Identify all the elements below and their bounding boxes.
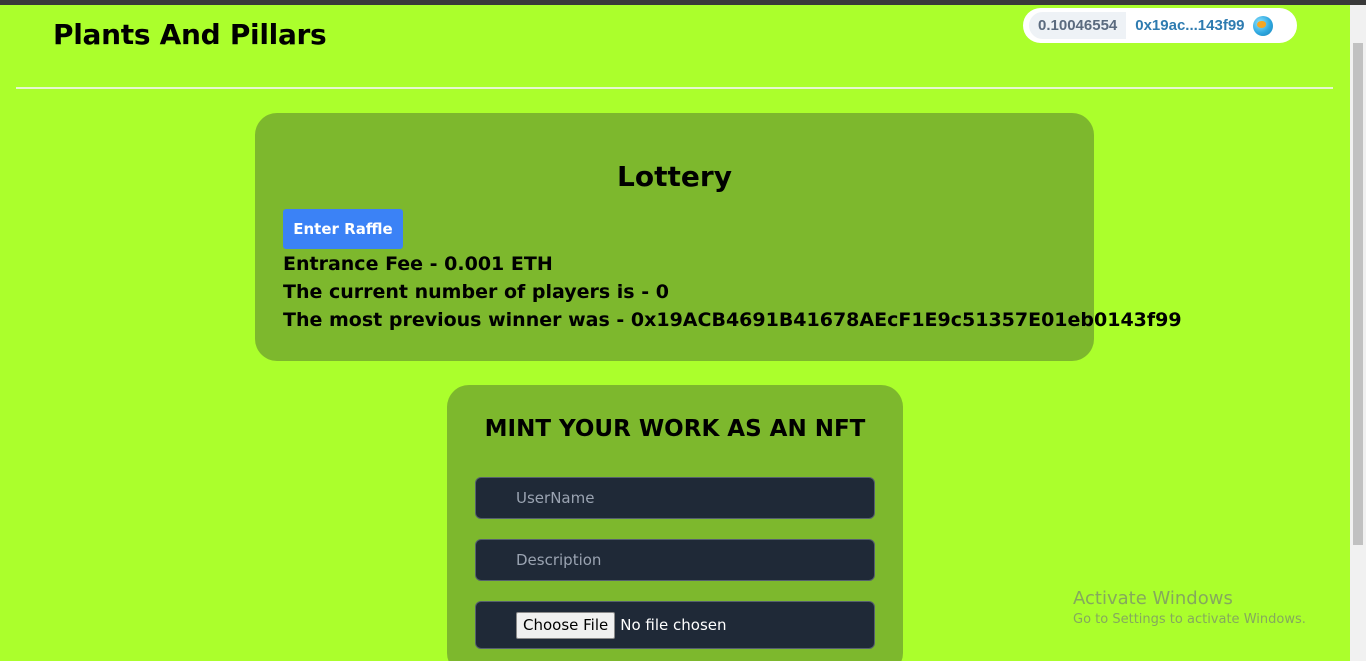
watermark-title: Activate Windows	[1073, 588, 1233, 609]
activate-windows-watermark: Activate Windows Go to Settings to activ…	[1073, 588, 1306, 627]
username-input[interactable]	[475, 477, 875, 519]
app-title: Plants And Pillars	[53, 18, 327, 51]
file-status-text: No file chosen	[620, 616, 727, 634]
vertical-scrollbar[interactable]	[1350, 5, 1366, 661]
file-upload-field: Choose File No file chosen	[475, 601, 875, 649]
players-count-text: The current number of players is - 0	[283, 281, 669, 303]
scrollbar-thumb[interactable]	[1353, 43, 1363, 545]
entrance-fee-text: Entrance Fee - 0.001 ETH	[283, 253, 553, 275]
lottery-title: Lottery	[617, 160, 732, 193]
wallet-address: 0x19ac...143f99	[1135, 17, 1245, 34]
mint-nft-card: MINT YOUR WORK AS AN NFT Choose File No …	[447, 385, 903, 661]
header-divider	[16, 87, 1333, 89]
browser-top-strip	[0, 0, 1366, 5]
wallet-balance: 0.10046554	[1029, 12, 1127, 39]
globe-icon	[1252, 15, 1273, 36]
description-input[interactable]	[475, 539, 875, 581]
previous-winner-text: The most previous winner was - 0x19ACB46…	[283, 309, 1182, 331]
enter-raffle-button[interactable]: Enter Raffle	[283, 209, 403, 249]
mint-title: MINT YOUR WORK AS AN NFT	[484, 416, 866, 442]
lottery-card: Lottery Enter Raffle Entrance Fee - 0.00…	[255, 113, 1182, 361]
choose-file-button[interactable]: Choose File	[516, 611, 616, 639]
watermark-subtitle: Go to Settings to activate Windows.	[1073, 612, 1306, 627]
wallet-connect-button[interactable]: 0.10046554 0x19ac...143f99	[1023, 8, 1297, 43]
